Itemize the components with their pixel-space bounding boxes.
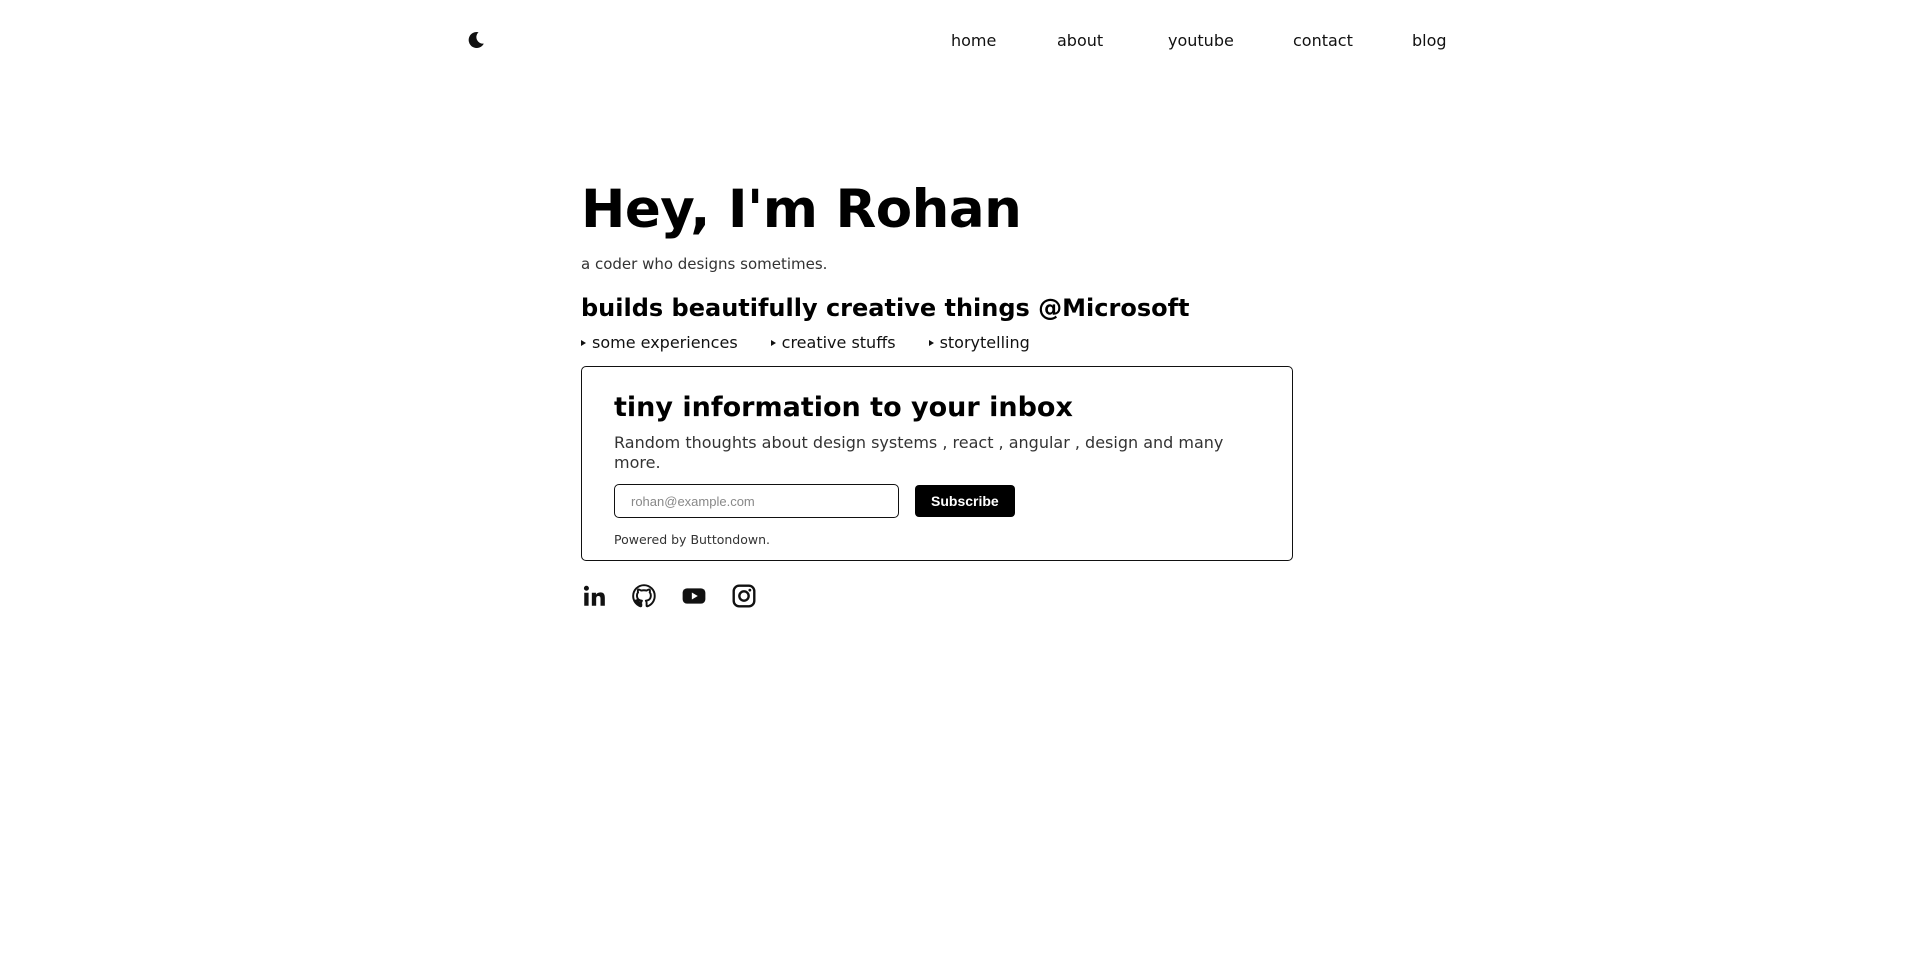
link-label: creative stuffs	[781, 333, 896, 352]
subheading: builds beautifully creative things @Micr…	[581, 294, 1190, 322]
nav-home[interactable]: home	[951, 30, 996, 52]
theme-toggle-button[interactable]	[466, 30, 486, 50]
link-label: storytelling	[939, 333, 1030, 352]
triangle-right-icon	[770, 340, 776, 346]
page-title: Hey, I'm Rohan	[581, 179, 1022, 240]
nav-blog[interactable]: blog	[1412, 30, 1447, 52]
top-bar: home about youtube contact blog	[0, 0, 1918, 82]
linkedin-link[interactable]	[581, 583, 607, 609]
newsletter-description: Random thoughts about design systems , r…	[614, 433, 1224, 472]
link-creative-stuffs[interactable]: creative stuffs	[770, 333, 896, 353]
main-content: Hey, I'm Rohan a coder who designs somet…	[581, 178, 1293, 609]
link-label: some experiences	[592, 333, 738, 352]
github-icon	[632, 584, 656, 608]
triangle-right-icon	[928, 340, 934, 346]
powered-by: Powered by Buttondown.	[614, 532, 1260, 548]
powered-suffix: .	[766, 532, 771, 547]
social-links	[581, 583, 1293, 609]
nav-youtube[interactable]: youtube	[1168, 30, 1234, 52]
triangle-right-icon	[581, 340, 586, 346]
linkedin-icon	[583, 585, 605, 606]
powered-prefix: Powered by	[614, 532, 691, 547]
subscribe-form: Subscribe	[614, 484, 1260, 518]
subscribe-button[interactable]: Subscribe	[915, 485, 1015, 517]
buttondown-link[interactable]: Buttondown	[690, 532, 766, 547]
nav-about[interactable]: about	[1057, 30, 1103, 52]
link-storytelling[interactable]: storytelling	[928, 333, 1030, 353]
youtube-link[interactable]	[681, 583, 707, 609]
email-input[interactable]	[614, 484, 899, 518]
moon-icon	[468, 31, 484, 48]
nav-contact[interactable]: contact	[1293, 30, 1353, 52]
youtube-icon	[682, 588, 706, 604]
link-some-experiences[interactable]: some experiences	[581, 333, 738, 353]
tagline: a coder who designs sometimes.	[581, 255, 828, 273]
github-link[interactable]	[631, 583, 657, 609]
newsletter-title: tiny information to your inbox	[614, 392, 1073, 423]
section-links: some experiences creative stuffs storyte…	[581, 333, 1293, 353]
instagram-icon	[732, 584, 756, 608]
newsletter-card: tiny information to your inbox Random th…	[581, 366, 1293, 561]
instagram-link[interactable]	[731, 583, 757, 609]
